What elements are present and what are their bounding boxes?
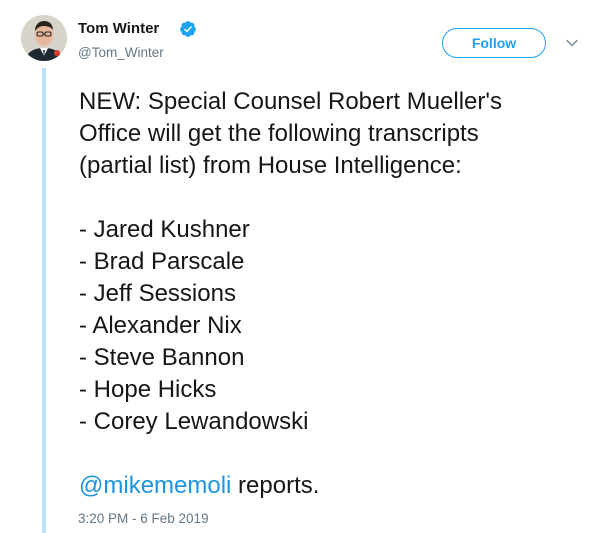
list-item: - Corey Lewandowski — [79, 408, 309, 435]
verified-badge-icon — [180, 21, 196, 37]
list-item: - Jared Kushner — [79, 216, 250, 243]
list-item: - Jeff Sessions — [79, 280, 236, 307]
author-name[interactable]: Tom Winter — [78, 20, 159, 38]
reports-line: @mikememoli reports. — [79, 470, 599, 502]
list-item: - Brad Parscale — [79, 248, 245, 275]
tweet-text-line: (partial list) from House Intelligence: — [79, 152, 462, 179]
follow-button[interactable]: Follow — [442, 28, 546, 58]
list-item: - Hope Hicks — [79, 376, 217, 403]
list-item: - Steve Bannon — [79, 344, 245, 371]
avatar[interactable] — [21, 15, 67, 61]
tweet-text-line: Office will get the following transcript… — [79, 120, 479, 147]
tweet-text-line: NEW: Special Counsel Robert Mueller's — [79, 88, 502, 115]
list-item: - Alexander Nix — [79, 312, 242, 339]
tweet-text: NEW: Special Counsel Robert Mueller's Of… — [79, 86, 599, 502]
reports-text: reports. — [231, 472, 320, 499]
timestamp[interactable]: 3:20 PM - 6 Feb 2019 — [78, 511, 209, 527]
thread-line — [42, 68, 46, 533]
author-handle[interactable]: @Tom_Winter — [78, 45, 164, 61]
tweet-card: Tom Winter @Tom_Winter Follow NEW: Speci… — [0, 0, 612, 533]
avatar-image — [21, 15, 67, 61]
chevron-down-icon[interactable] — [565, 36, 579, 50]
mention-link[interactable]: @mikememoli — [79, 472, 231, 499]
